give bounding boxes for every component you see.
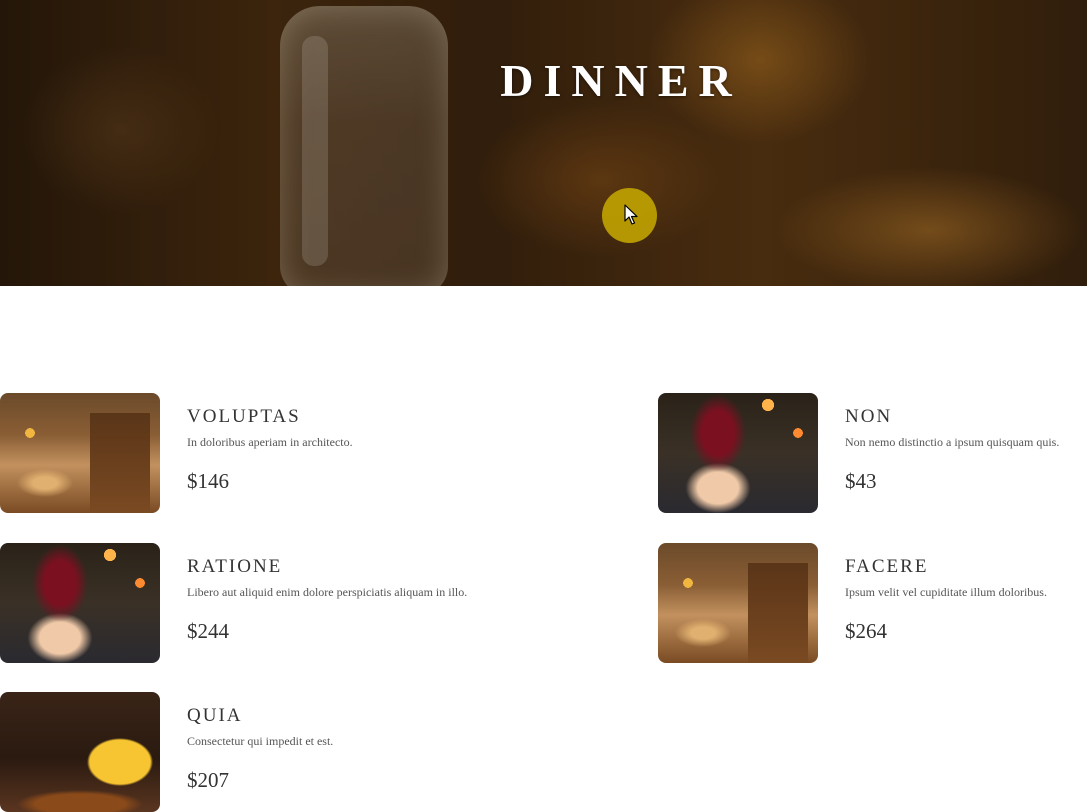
menu-item[interactable]: NON Non nemo distinctio a ipsum quisquam… [658, 393, 1087, 513]
menu-item-name: FACERE [845, 556, 929, 577]
menu-item-name: NON [845, 406, 893, 427]
hero-title: DINNER [500, 55, 742, 106]
menu-item[interactable]: QUIA Consectetur qui impedit et est. $20… [0, 692, 440, 812]
menu-item[interactable]: VOLUPTAS In doloribus aperiam in archite… [0, 393, 440, 513]
hero-overlay [0, 0, 1087, 286]
menu-item-price: $146 [187, 469, 229, 493]
menu-item-description: Consectetur qui impedit et est. [187, 734, 334, 748]
menu-item-description: Ipsum velit vel cupiditate illum dolorib… [845, 585, 1047, 599]
menu-item-image[interactable] [0, 692, 160, 812]
menu-item-text: FACERE Ipsum velit vel cupiditate illum … [845, 555, 1087, 644]
menu-item-price: $43 [845, 469, 877, 493]
menu-item-price: $264 [845, 619, 887, 643]
menu-item-name: VOLUPTAS [187, 406, 301, 427]
menu-item-image[interactable] [0, 543, 160, 663]
menu-item-text: VOLUPTAS In doloribus aperiam in archite… [187, 405, 437, 494]
menu-item-name: QUIA [187, 705, 243, 726]
menu-item-name: RATIONE [187, 556, 283, 577]
pointer-arrow-icon [624, 204, 638, 225]
dinner-menu-page: DINNER VOLUPTAS In doloribus aperiam in … [0, 0, 1087, 812]
menu-item-price: $207 [187, 768, 229, 792]
menu-item-image[interactable] [658, 393, 818, 513]
menu-item-price: $244 [187, 619, 229, 643]
menu-item-description: Libero aut aliquid enim dolore perspicia… [187, 585, 468, 599]
hero-banner: DINNER [0, 0, 1087, 286]
menu-item[interactable]: FACERE Ipsum velit vel cupiditate illum … [658, 543, 1087, 663]
menu-item-description: In doloribus aperiam in architecto. [187, 435, 353, 449]
menu-item-text: NON Non nemo distinctio a ipsum quisquam… [845, 405, 1087, 494]
menu-item[interactable]: RATIONE Libero aut aliquid enim dolore p… [0, 543, 468, 663]
menu-item-text: RATIONE Libero aut aliquid enim dolore p… [187, 555, 468, 644]
menu-item-image[interactable] [658, 543, 818, 663]
menu-item-description: Non nemo distinctio a ipsum quisquam qui… [845, 435, 1060, 449]
menu-item-text: QUIA Consectetur qui impedit et est. $20… [187, 704, 437, 793]
menu-item-image[interactable] [0, 393, 160, 513]
